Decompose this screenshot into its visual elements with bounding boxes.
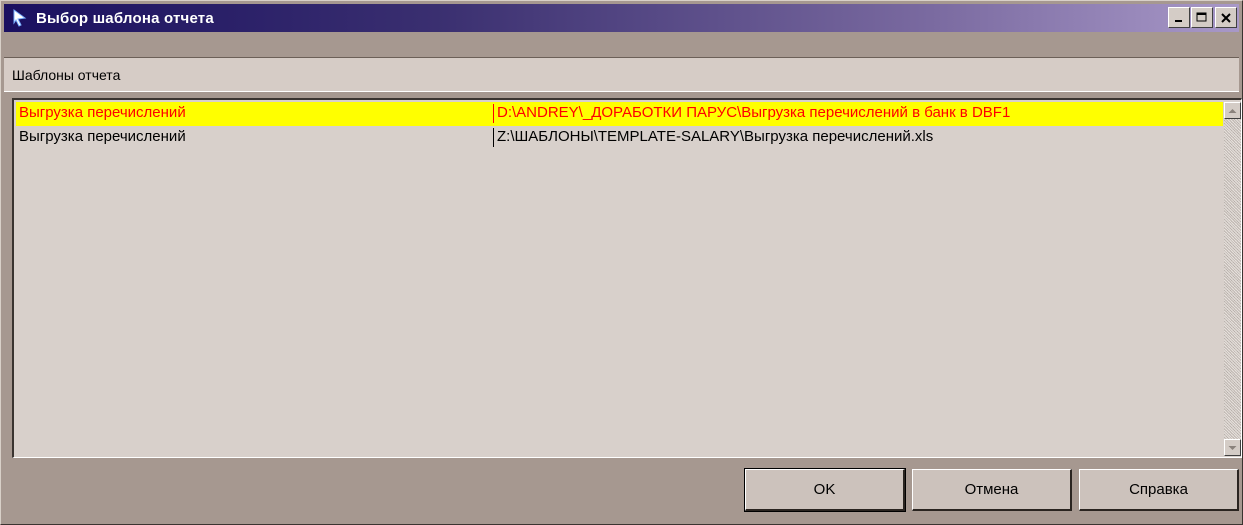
- list-item[interactable]: Выгрузка перечислений Z:\ШАБЛОНЫ\TEMPLAT…: [16, 126, 1223, 150]
- vertical-scrollbar[interactable]: [1224, 102, 1241, 456]
- title-bar[interactable]: Выбор шаблона отчета: [4, 4, 1239, 32]
- templates-list[interactable]: Выгрузка перечислений D:\ANDREY\_ДОРАБОТ…: [12, 98, 1242, 458]
- template-name: Выгрузка перечислений: [19, 128, 186, 145]
- list-item[interactable]: Выгрузка перечислений D:\ANDREY\_ДОРАБОТ…: [16, 102, 1223, 126]
- close-icon: [1221, 12, 1231, 23]
- templates-header: Шаблоны отчета: [4, 57, 1239, 92]
- column-separator: [493, 104, 494, 123]
- dialog-window: Выбор шаблона отчета Шаблоны отчета Выгр…: [0, 0, 1243, 525]
- template-path: D:\ANDREY\_ДОРАБОТКИ ПАРУС\Выгрузка пере…: [497, 104, 1011, 121]
- report-icon: [10, 8, 30, 28]
- maximize-icon: [1196, 12, 1207, 22]
- close-button[interactable]: [1215, 7, 1237, 28]
- minimize-button[interactable]: [1168, 7, 1190, 28]
- arrow-down-icon: [1228, 445, 1237, 450]
- help-button[interactable]: Справка: [1079, 469, 1239, 511]
- cancel-button[interactable]: Отмена: [912, 469, 1072, 511]
- template-name: Выгрузка перечислений: [19, 104, 186, 121]
- maximize-button[interactable]: [1191, 7, 1213, 28]
- templates-list-area: Выгрузка перечислений D:\ANDREY\_ДОРАБОТ…: [16, 102, 1223, 456]
- window-controls: [1167, 7, 1237, 28]
- arrow-up-icon: [1228, 108, 1237, 113]
- column-separator: [493, 128, 494, 147]
- scroll-up-button[interactable]: [1224, 102, 1241, 119]
- templates-label: Шаблоны отчета: [12, 67, 121, 83]
- scroll-down-button[interactable]: [1224, 439, 1241, 456]
- template-path: Z:\ШАБЛОНЫ\TEMPLATE-SALARY\Выгрузка пере…: [497, 128, 934, 145]
- ok-button[interactable]: OK: [744, 468, 906, 512]
- window-title: Выбор шаблона отчета: [36, 9, 214, 27]
- minimize-icon: [1175, 19, 1182, 22]
